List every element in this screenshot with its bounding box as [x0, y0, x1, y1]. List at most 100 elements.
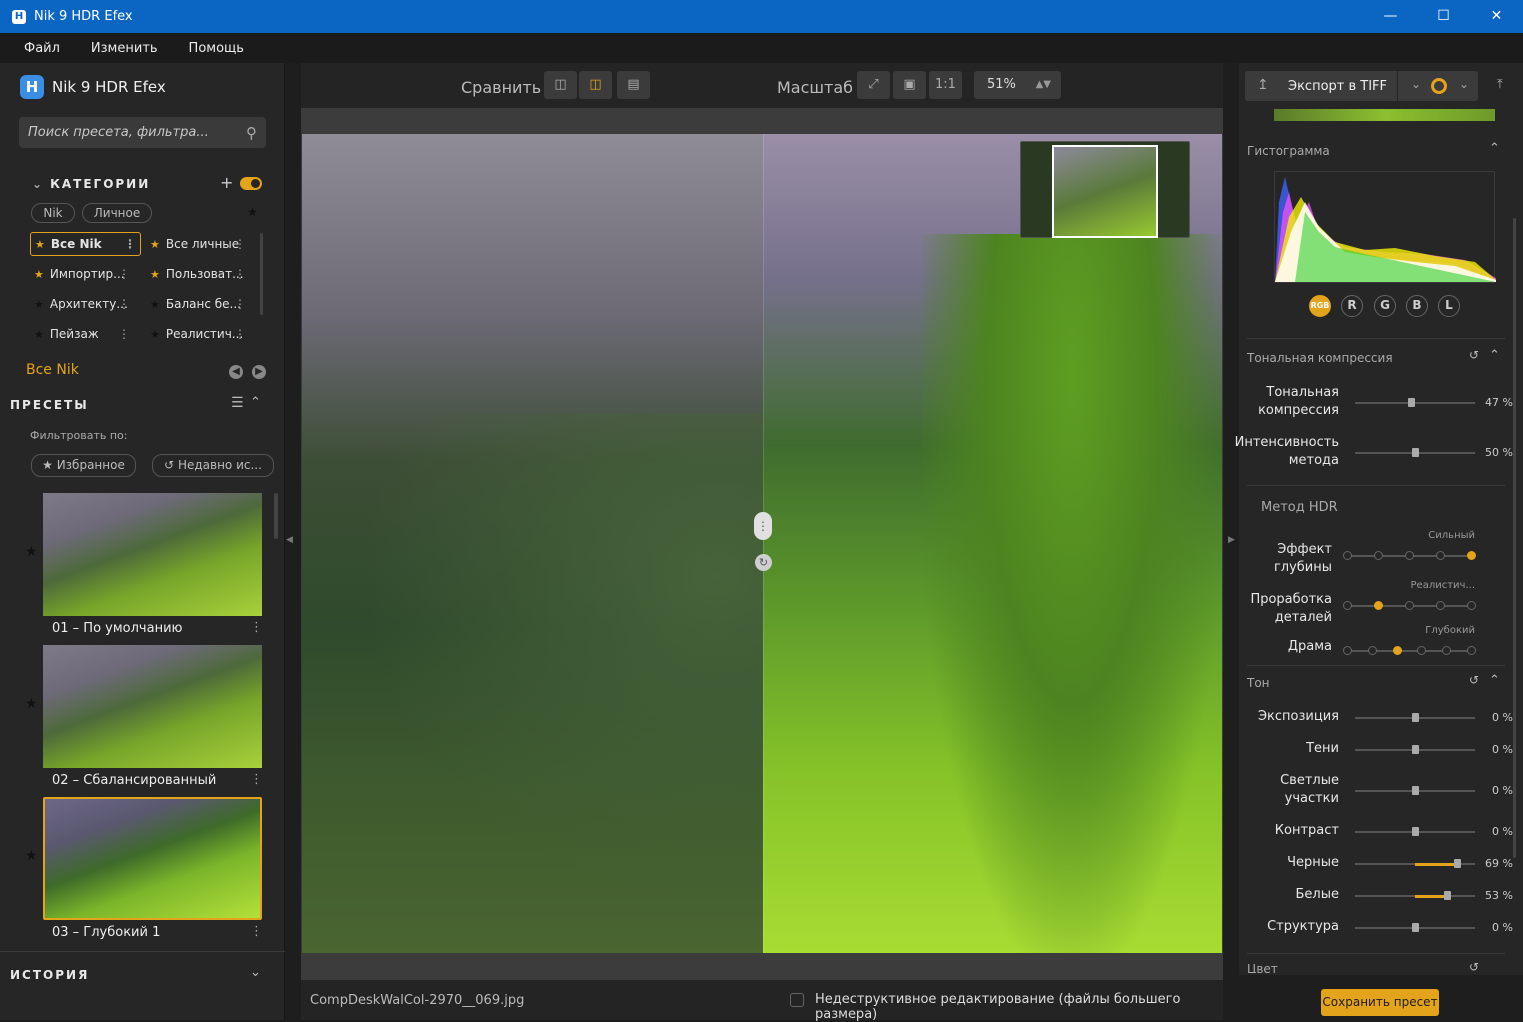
channel-l[interactable]: L	[1438, 295, 1460, 317]
tone-slider-handle[interactable]	[1412, 745, 1419, 754]
expand-history-icon[interactable]: ⌄	[250, 965, 261, 980]
list-view-icon[interactable]: ☰	[231, 395, 244, 411]
search-input[interactable]: Поиск пресета, фильтра... ⚲	[19, 117, 266, 148]
tone-slider-handle[interactable]	[1412, 923, 1419, 932]
more-icon[interactable]: ⋮	[124, 237, 136, 251]
more-icon[interactable]: ⋮	[234, 297, 246, 311]
more-icon[interactable]: ⋮	[118, 327, 130, 341]
categories-header[interactable]: ⌄ КАТЕГОРИИ	[32, 177, 150, 191]
category-architecture[interactable]: ★ Архитекту... ⋮	[30, 292, 134, 316]
reset-icon[interactable]: ↺	[1469, 348, 1479, 362]
collapse-section-icon[interactable]: ⌃	[1489, 348, 1500, 363]
history-header[interactable]: ИСТОРИЯ	[10, 968, 89, 982]
more-icon[interactable]: ⋮	[118, 267, 130, 281]
menu-edit[interactable]: Изменить	[91, 41, 158, 56]
hdr-slider-step[interactable]	[1343, 646, 1352, 655]
fit-screen-icon[interactable]: ⤢	[857, 71, 890, 99]
menu-file[interactable]: Файл	[24, 41, 60, 56]
reset-icon[interactable]: ↺	[1469, 673, 1479, 687]
tonal-slider-handle[interactable]	[1408, 398, 1416, 407]
split-line[interactable]	[763, 134, 764, 953]
channel-rgb[interactable]: RGB	[1309, 295, 1331, 317]
chip-personal[interactable]: Личное	[82, 203, 152, 223]
one-to-one-button[interactable]: 1:1	[929, 71, 962, 99]
more-icon[interactable]: ⋮	[234, 267, 246, 281]
preset-more-icon[interactable]: ⋮	[250, 924, 263, 939]
compare-stack-icon[interactable]: ▤	[617, 71, 650, 99]
collapse-all-icon[interactable]: ⤒	[1497, 77, 1503, 92]
canvas-area[interactable]: ⋮ ↻	[301, 108, 1223, 980]
tone-slider-handle[interactable]	[1412, 827, 1419, 836]
hdr-slider-step[interactable]	[1467, 646, 1476, 655]
prev-category-icon[interactable]: ◀	[229, 365, 243, 379]
tone-slider-handle[interactable]	[1444, 891, 1452, 900]
preset-more-icon[interactable]: ⋮	[250, 620, 263, 635]
maximize-button[interactable]: ☐	[1417, 0, 1470, 33]
preset-more-icon[interactable]: ⋮	[250, 772, 263, 787]
collapse-section-icon[interactable]: ⌃	[1489, 673, 1500, 688]
channel-b[interactable]: B	[1406, 295, 1428, 317]
close-button[interactable]: ✕	[1470, 0, 1523, 33]
category-realistic[interactable]: ★ Реалистич... ⋮	[146, 322, 250, 346]
category-all-nik[interactable]: ★ Все Nik ⋮	[30, 232, 141, 256]
plugin-menu-button[interactable]: ⌄	[1421, 71, 1478, 101]
hdr-slider-step[interactable]	[1405, 601, 1414, 610]
hdr-slider-step[interactable]	[1442, 646, 1452, 655]
compare-split-icon[interactable]: ◫	[579, 71, 612, 99]
more-icon[interactable]: ⋮	[118, 297, 130, 311]
filter-favorites[interactable]: ★ Избранное	[31, 454, 136, 477]
photo-preview[interactable]: ⋮ ↻	[302, 134, 1222, 953]
star-icon[interactable]: ★	[25, 544, 38, 560]
star-icon[interactable]: ★	[25, 848, 38, 864]
categories-scrollbar[interactable]	[260, 233, 263, 315]
collapse-histogram-icon[interactable]: ⌃	[1489, 141, 1500, 156]
reset-icon[interactable]: ↺	[1469, 960, 1479, 973]
chip-nik[interactable]: Nik	[31, 203, 75, 223]
channel-r[interactable]: R	[1341, 295, 1363, 317]
next-category-icon[interactable]: ▶	[252, 365, 266, 379]
tone-slider-handle[interactable]	[1412, 713, 1419, 722]
hdr-slider-handle[interactable]	[1392, 646, 1402, 655]
hdr-slider-step[interactable]	[1436, 551, 1445, 560]
hdr-slider-track[interactable]	[1347, 650, 1471, 652]
hdr-slider-step[interactable]	[1367, 646, 1377, 655]
compare-side-icon[interactable]: ◫	[544, 71, 577, 99]
hdr-slider-step[interactable]	[1417, 646, 1427, 655]
zoom-select[interactable]: 51% ▲▼	[974, 71, 1061, 99]
category-all-personal[interactable]: ★ Все личные ⋮	[146, 232, 250, 256]
hdr-slider-step[interactable]	[1343, 601, 1352, 610]
category-custom[interactable]: ★ Пользоват... ⋮	[146, 262, 250, 286]
preset-thumbnail-2[interactable]	[43, 645, 262, 768]
categories-toggle[interactable]	[240, 177, 262, 190]
add-category-icon[interactable]: +	[220, 173, 233, 192]
split-handle-icon[interactable]: ⋮	[754, 512, 772, 540]
hdr-slider-step[interactable]	[1405, 551, 1414, 560]
minimize-button[interactable]: —	[1364, 0, 1417, 33]
hdr-slider-step[interactable]	[1343, 551, 1352, 560]
tonal-slider-handle[interactable]	[1412, 448, 1419, 457]
fill-screen-icon[interactable]: ▣	[893, 71, 926, 99]
preset-thumbnail-1[interactable]	[43, 493, 262, 616]
more-icon[interactable]: ⋮	[234, 327, 246, 341]
hdr-slider-step[interactable]	[1467, 601, 1476, 610]
menu-help[interactable]: Помощь	[189, 41, 244, 56]
collapse-presets-icon[interactable]: ⌃	[250, 395, 261, 410]
channel-g[interactable]: G	[1374, 295, 1396, 317]
star-icon[interactable]: ★	[25, 696, 38, 712]
search-icon[interactable]: ⚲	[246, 124, 257, 142]
presets-scrollbar[interactable]	[274, 493, 278, 539]
hdr-slider-handle[interactable]	[1374, 601, 1383, 610]
navigator-viewport[interactable]	[1052, 145, 1158, 238]
category-white-balance[interactable]: ★ Баланс бе... ⋮	[146, 292, 250, 316]
save-preset-button[interactable]: Сохранить пресет	[1321, 989, 1439, 1016]
more-icon[interactable]: ⋮	[234, 237, 246, 251]
hdr-slider-step[interactable]	[1436, 601, 1445, 610]
favorite-filter-icon[interactable]: ★	[247, 205, 258, 219]
nondestructive-checkbox[interactable]	[790, 993, 804, 1007]
navigator-preview[interactable]	[1020, 141, 1190, 238]
right-scrollbar[interactable]	[1513, 218, 1516, 858]
preset-thumbnail-3[interactable]	[43, 797, 262, 920]
category-imported[interactable]: ★ Импортир... ⋮	[30, 262, 134, 286]
swap-icon[interactable]: ↻	[755, 554, 772, 571]
chevron-down-icon[interactable]: ⌄	[1411, 77, 1421, 91]
